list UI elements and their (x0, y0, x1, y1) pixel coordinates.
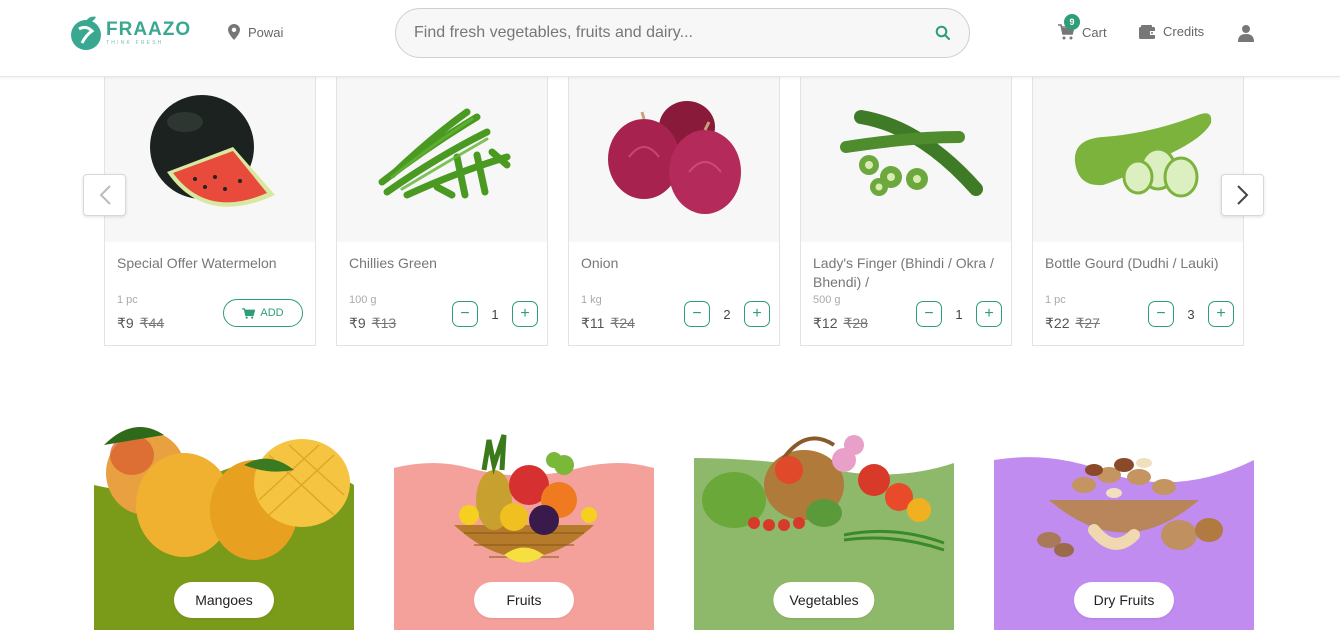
category-label[interactable]: Vegetables (773, 582, 875, 618)
selling-price: ₹11 (581, 315, 605, 331)
category-dry-fruits[interactable]: Dry Fruits (994, 405, 1254, 630)
add-to-cart-button[interactable]: ADD (223, 299, 303, 327)
product-card[interactable]: Lady's Finger (Bhindi / Okra / Bhendi) /… (800, 77, 1012, 346)
product-quantity: 1 pc (1045, 294, 1066, 306)
quantity-value: 1 (491, 306, 499, 322)
cart-icon (242, 307, 256, 319)
carousel-prev-button[interactable] (83, 174, 126, 216)
quantity-value: 1 (955, 306, 963, 322)
logo-leaf-icon (70, 15, 102, 51)
product-card[interactable]: Onion 1 kg ₹11 ₹24 − 2 + (568, 77, 780, 346)
increment-button[interactable]: + (744, 301, 770, 327)
mangoes-image (104, 427, 350, 560)
product-card[interactable]: Bottle Gourd (Dudhi / Lauki) 1 pc ₹22 ₹27… (1032, 77, 1244, 346)
product-price: ₹12 ₹28 (813, 315, 868, 332)
mrp-price: ₹13 (371, 315, 397, 331)
decrement-button[interactable]: − (452, 301, 478, 327)
product-price: ₹9 ₹44 (117, 315, 164, 332)
quantity-value: 3 (1187, 306, 1195, 322)
dry-fruits-bowl-image (1037, 458, 1223, 557)
product-image-ladys-finger[interactable] (801, 77, 1011, 242)
category-fruits[interactable]: Fruits (394, 405, 654, 630)
product-image-watermelon[interactable] (105, 77, 315, 242)
search-bar (395, 8, 970, 58)
mrp-price: ₹44 (139, 315, 165, 331)
selling-price: ₹12 (813, 315, 838, 331)
chevron-right-icon (1236, 185, 1248, 205)
cart-label: Cart (1082, 24, 1107, 40)
product-image-bottle-gourd[interactable] (1033, 77, 1243, 242)
product-card[interactable]: Special Offer Watermelon 1 pc ₹9 ₹44 ADD (104, 77, 316, 346)
mrp-price: ₹27 (1075, 315, 1100, 331)
category-mangoes[interactable]: Mangoes (94, 405, 354, 630)
increment-button[interactable]: + (512, 301, 538, 327)
category-label[interactable]: Dry Fruits (1074, 582, 1174, 618)
user-profile-icon[interactable] (1237, 24, 1255, 42)
logo-tagline: THINK FRESH (106, 40, 164, 46)
credits-label: Credits (1163, 24, 1205, 39)
quantity-value: 2 (723, 306, 731, 322)
product-image-onion[interactable] (569, 77, 779, 242)
product-name[interactable]: Onion (581, 254, 771, 273)
credits-button[interactable]: Credits (1139, 24, 1204, 39)
product-card[interactable]: Chillies Green 100 g ₹9 ₹13 − 1 + (336, 77, 548, 346)
product-name[interactable]: Lady's Finger (Bhindi / Okra / Bhendi) / (813, 254, 1003, 292)
product-quantity: 500 g (813, 294, 841, 306)
chevron-left-icon (99, 185, 111, 205)
product-name[interactable]: Chillies Green (349, 254, 539, 273)
location-label: Powai (248, 24, 284, 40)
location-pin-icon (228, 24, 240, 40)
category-vegetables[interactable]: Vegetables (694, 405, 954, 630)
vegetables-basket-image (702, 435, 945, 552)
location-selector[interactable]: Powai (228, 24, 283, 40)
decrement-button[interactable]: − (1148, 301, 1174, 327)
category-label[interactable]: Mangoes (174, 582, 274, 618)
increment-button[interactable]: + (976, 301, 1002, 327)
mrp-price: ₹28 (843, 315, 868, 331)
product-price: ₹9 ₹13 (349, 315, 396, 332)
category-label[interactable]: Fruits (474, 582, 574, 618)
wallet-icon (1139, 24, 1155, 39)
quantity-stepper: − 3 + (1148, 301, 1234, 327)
cart-count-badge: 9 (1064, 14, 1080, 30)
logo-name: FRAAZO (106, 19, 192, 40)
product-price: ₹11 ₹24 (581, 315, 635, 332)
selling-price: ₹9 (349, 315, 366, 331)
decrement-button[interactable]: − (916, 301, 942, 327)
decrement-button[interactable]: − (684, 301, 710, 327)
increment-button[interactable]: + (1208, 301, 1234, 327)
selling-price: ₹9 (117, 315, 134, 331)
fruits-basket-image (454, 434, 597, 563)
selling-price: ₹22 (1045, 315, 1070, 331)
cart-button[interactable]: 9 Cart (1058, 14, 1107, 40)
quantity-stepper: − 1 + (916, 301, 1002, 327)
mrp-price: ₹24 (610, 315, 635, 331)
product-name[interactable]: Bottle Gourd (Dudhi / Lauki) (1045, 254, 1235, 273)
product-carousel: Special Offer Watermelon 1 pc ₹9 ₹44 ADD (0, 77, 1340, 357)
quantity-stepper: − 2 + (684, 301, 770, 327)
carousel-next-button[interactable] (1221, 174, 1264, 216)
product-price: ₹22 ₹27 (1045, 315, 1100, 332)
top-header: FRAAZO THINK FRESH Powai 9 Cart (0, 0, 1340, 77)
product-quantity: 1 kg (581, 294, 602, 306)
product-quantity: 1 pc (117, 294, 138, 306)
product-image-chillies[interactable] (337, 77, 547, 242)
product-name[interactable]: Special Offer Watermelon (117, 254, 307, 273)
product-quantity: 100 g (349, 294, 377, 306)
quantity-stepper: − 1 + (452, 301, 538, 327)
add-label: ADD (260, 307, 284, 319)
fraazo-logo[interactable]: FRAAZO THINK FRESH (70, 12, 190, 54)
search-input[interactable] (414, 24, 935, 42)
search-icon[interactable] (935, 25, 951, 41)
